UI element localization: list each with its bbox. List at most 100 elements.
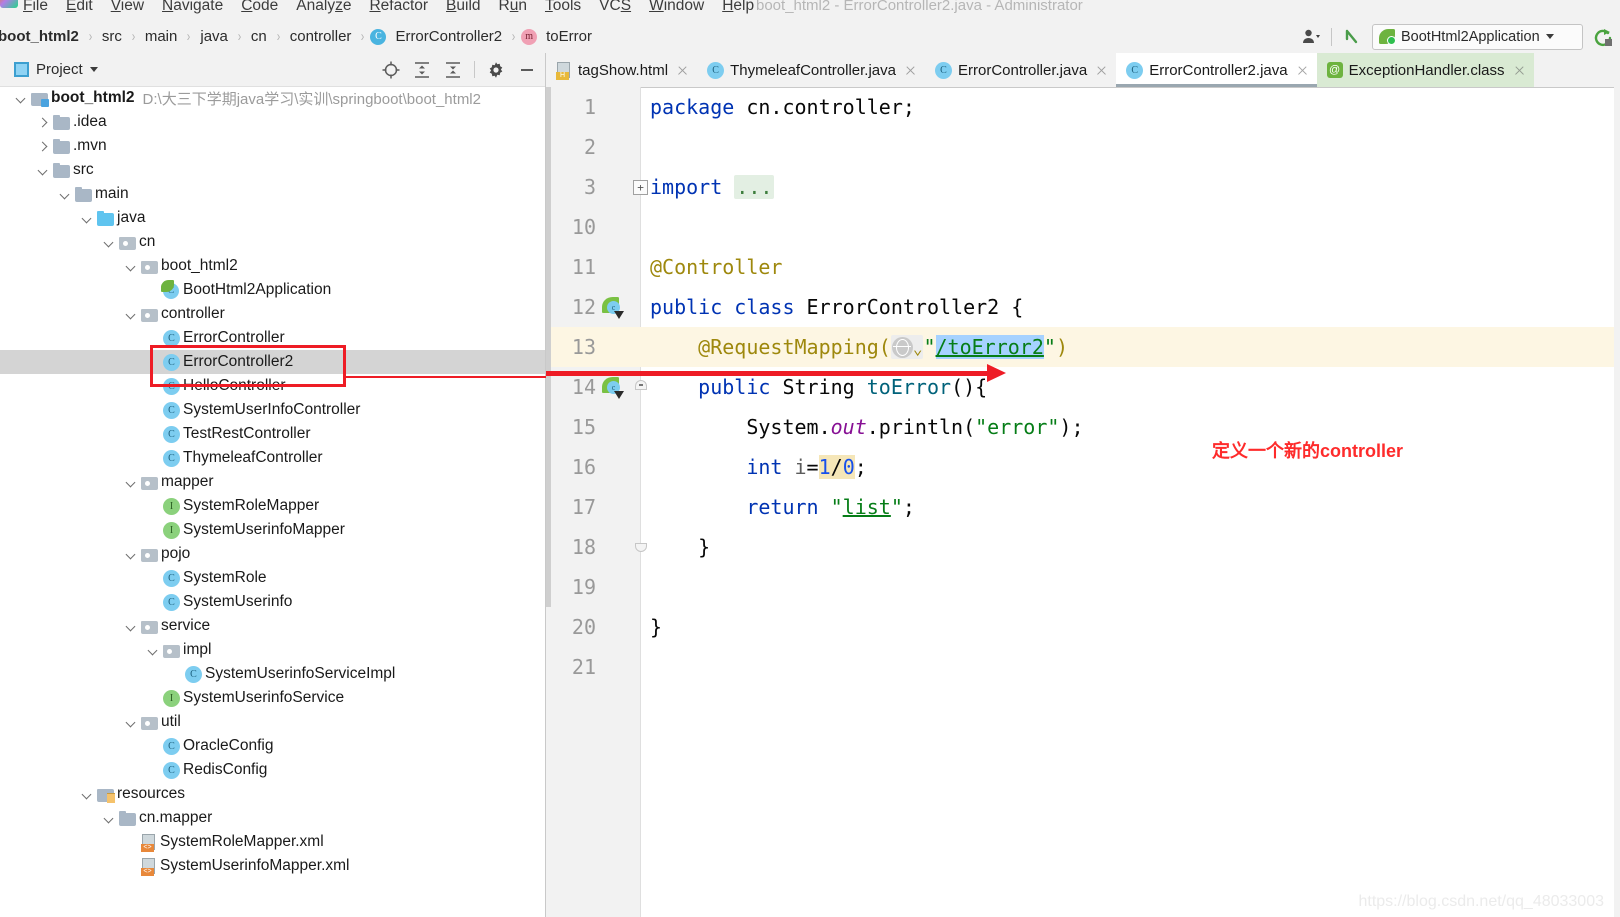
menu-item-edit[interactable]: Edit: [57, 0, 102, 20]
breadcrumb-item-cn[interactable]: cn: [247, 28, 271, 45]
editor-vertical-scrollbar[interactable]: [546, 87, 551, 607]
editor-tab-thymeleafcontroller-java[interactable]: ThymeleafController.java: [697, 53, 925, 87]
tree-node[interactable]: RedisConfig: [0, 758, 545, 782]
menu-item-code[interactable]: Code: [232, 0, 287, 20]
menu-item-navigate[interactable]: Navigate: [153, 0, 232, 20]
fold-region-end-icon[interactable]: [635, 540, 647, 552]
tree-node[interactable]: ErrorController: [0, 326, 545, 350]
run-configuration-selector[interactable]: BootHtml2Application: [1372, 23, 1583, 50]
close-icon[interactable]: [904, 64, 917, 77]
tree-node[interactable]: BootHtml2Application: [0, 278, 545, 302]
breadcrumb-item-src[interactable]: src: [98, 28, 126, 45]
settings-gear-icon[interactable]: [486, 60, 506, 80]
close-icon[interactable]: [1513, 64, 1526, 77]
close-icon[interactable]: [1095, 64, 1108, 77]
tree-node[interactable]: pojo: [0, 542, 545, 566]
code-line[interactable]: 10: [546, 207, 1620, 247]
editor-tab-tagshow-html[interactable]: tagShow.html: [546, 53, 697, 87]
code-line[interactable]: 19: [546, 567, 1620, 607]
spring-bean-gutter-icon[interactable]: c: [602, 377, 624, 399]
code-line[interactable]: 17 return "list";: [546, 487, 1620, 527]
chevron-down-icon[interactable]: [124, 476, 137, 489]
menu-item-run[interactable]: Run: [490, 0, 536, 20]
chevron-down-icon[interactable]: [36, 164, 49, 177]
code-lines[interactable]: 1 package cn.controller; 2 3 import ... 10 11 @…: [546, 87, 1620, 917]
chevron-down-icon[interactable]: [80, 212, 93, 225]
tree-node[interactable]: TestRestController: [0, 422, 545, 446]
chevron-down-icon[interactable]: [124, 308, 137, 321]
breadcrumb-item-main[interactable]: main: [141, 28, 182, 45]
tree-node[interactable]: SystemRole: [0, 566, 545, 590]
spring-bean-gutter-icon[interactable]: c: [602, 297, 624, 319]
code-line[interactable]: 21: [546, 647, 1620, 687]
tree-node[interactable]: SystemRoleMapper.xml: [0, 830, 545, 854]
code-line[interactable]: 1 package cn.controller;: [546, 87, 1620, 127]
tree-node[interactable]: OracleConfig: [0, 734, 545, 758]
expand-all-icon[interactable]: [412, 60, 432, 80]
code-line[interactable]: 3 import ...: [546, 167, 1620, 207]
tree-node[interactable]: impl: [0, 638, 545, 662]
tree-node[interactable]: SystemUserInfoController: [0, 398, 545, 422]
fold-expand-import-icon[interactable]: +: [633, 180, 648, 195]
tree-node[interactable]: resources: [0, 782, 545, 806]
tree-node[interactable]: SystemUserinfoMapper.xml: [0, 854, 545, 878]
chevron-down-icon[interactable]: [102, 812, 115, 825]
menu-item-refactor[interactable]: Refactor: [360, 0, 437, 20]
code-line[interactable]: 16 int i=1/0;: [546, 447, 1620, 487]
code-line[interactable]: 15 System.out.println("error");: [546, 407, 1620, 447]
chevron-down-icon[interactable]: [124, 716, 137, 729]
code-line[interactable]: 20}: [546, 607, 1620, 647]
tree-node[interactable]: ThymeleafController: [0, 446, 545, 470]
locate-in-tree-icon[interactable]: [381, 60, 401, 80]
tree-node[interactable]: SystemUserinfo: [0, 590, 545, 614]
tree-node[interactable]: controller: [0, 302, 545, 326]
chevron-right-icon[interactable]: [36, 116, 49, 129]
tree-node[interactable]: cn.mapper: [0, 806, 545, 830]
tree-node[interactable]: main: [0, 182, 545, 206]
chevron-down-icon[interactable]: [124, 260, 137, 273]
code-line[interactable]: 12 public class ErrorController2 {: [546, 287, 1620, 327]
tree-node[interactable]: mapper: [0, 470, 545, 494]
code-line[interactable]: 18 }: [546, 527, 1620, 567]
breadcrumb-item-boot-html2[interactable]: boot_html2: [0, 28, 83, 45]
tree-node[interactable]: src: [0, 158, 545, 182]
editor-tab-errorcontroller2-java[interactable]: ErrorController2.java: [1116, 53, 1317, 87]
tree-node[interactable]: util: [0, 710, 545, 734]
chevron-down-icon[interactable]: [14, 92, 27, 105]
tree-node[interactable]: boot_html2 D:\大三下学期java学习\实训\springboot\b…: [0, 86, 545, 110]
tree-node[interactable]: SystemRoleMapper: [0, 494, 545, 518]
chevron-down-icon[interactable]: [124, 548, 137, 561]
chevron-right-icon[interactable]: [36, 140, 49, 153]
chevron-down-icon[interactable]: [58, 188, 71, 201]
editor-tab-exceptionhandler-class[interactable]: ExceptionHandler.class: [1316, 53, 1534, 87]
tree-node[interactable]: boot_html2: [0, 254, 545, 278]
breadcrumb-item-errorcontroller2[interactable]: C ErrorController2: [370, 28, 506, 45]
code-line[interactable]: 13 @RequestMapping(⌄"/toError2"): [546, 327, 1620, 367]
tree-node[interactable]: SystemUserinfoMapper: [0, 518, 545, 542]
tree-node[interactable]: java: [0, 206, 545, 230]
menu-item-analyze[interactable]: Analyze: [287, 0, 360, 20]
tree-node[interactable]: service: [0, 614, 545, 638]
breadcrumb-item-controller[interactable]: controller: [286, 28, 356, 45]
rerun-icon[interactable]: [1592, 26, 1614, 48]
back-arrow-icon[interactable]: [1341, 26, 1363, 48]
tree-node[interactable]: .mvn: [0, 134, 545, 158]
menu-item-build[interactable]: Build: [437, 0, 489, 20]
fold-collapse-method-icon[interactable]: [635, 380, 647, 394]
menu-item-window[interactable]: Window: [640, 0, 713, 20]
hide-panel-icon[interactable]: [517, 60, 537, 80]
code-line[interactable]: 2: [546, 127, 1620, 167]
chevron-down-icon[interactable]: [124, 620, 137, 633]
menu-item-vcs[interactable]: VCS: [590, 0, 640, 20]
breadcrumb-item-java[interactable]: java: [196, 28, 232, 45]
tree-node-selected[interactable]: ErrorController2: [0, 350, 545, 374]
menu-item-tools[interactable]: Tools: [536, 0, 590, 20]
close-icon[interactable]: [676, 64, 689, 77]
editor-tab-errorcontroller-java[interactable]: ErrorController.java: [925, 53, 1116, 87]
tree-node[interactable]: .idea: [0, 110, 545, 134]
code-line[interactable]: 11 @Controller: [546, 247, 1620, 287]
user-settings-icon[interactable]: [1300, 26, 1322, 48]
project-view-selector[interactable]: Project: [14, 53, 98, 86]
close-icon[interactable]: [1296, 64, 1309, 77]
chevron-down-icon[interactable]: [146, 644, 159, 657]
